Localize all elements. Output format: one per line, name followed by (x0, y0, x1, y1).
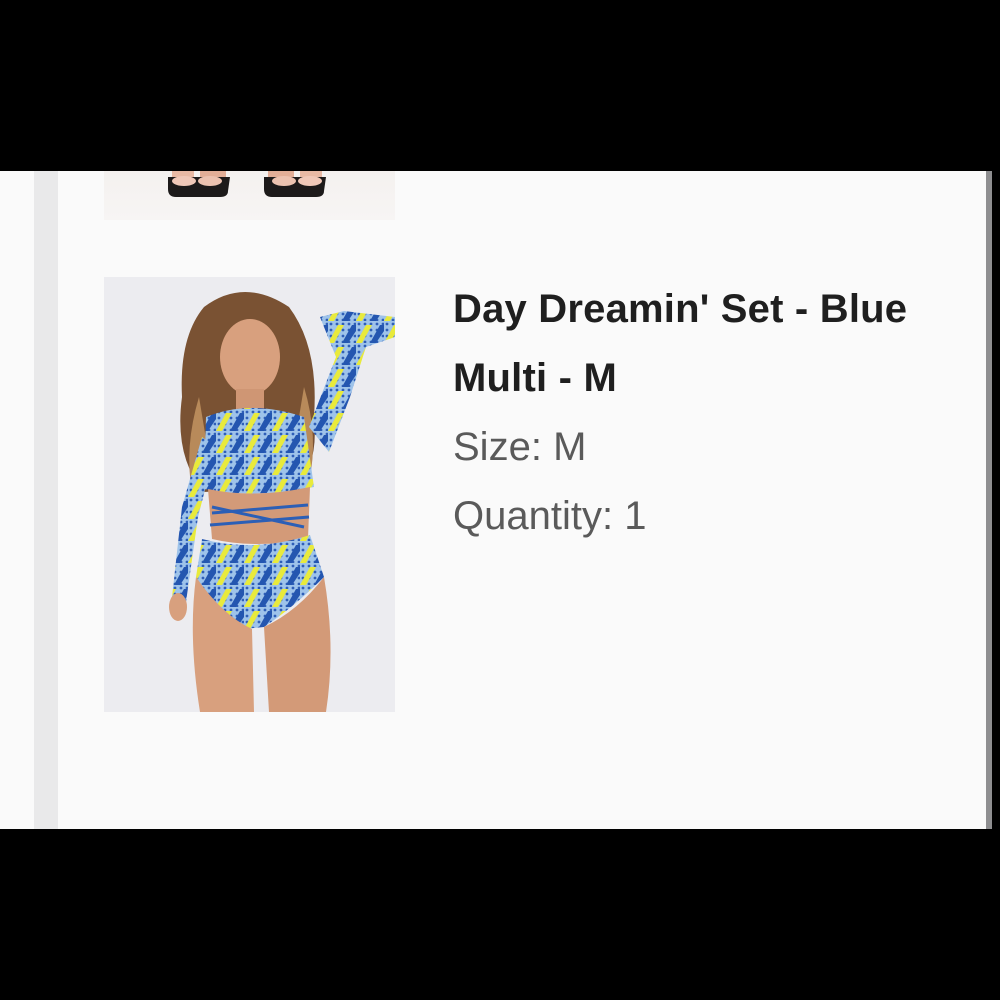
sandal-right-icon (264, 171, 326, 197)
product-details: Day Dreamin' Set - Blue Multi - M Size: … (453, 277, 983, 551)
edge-divider (992, 171, 1000, 829)
quantity-label: Quantity: (453, 494, 614, 538)
previous-item-thumbnail[interactable] (104, 171, 395, 220)
quantity-row: Quantity: 1 (453, 482, 983, 551)
letterbox-top (0, 0, 1000, 171)
quantity-value: 1 (624, 494, 647, 538)
sandal-left-icon (168, 171, 230, 197)
swimsuit-model-photo-icon (104, 277, 395, 712)
letterbox-bottom (0, 829, 1000, 1000)
product-title[interactable]: Day Dreamin' Set - Blue Multi - M (453, 275, 983, 413)
size-row: Size: M (453, 413, 983, 482)
size-value: M (553, 425, 587, 469)
size-label: Size: (453, 425, 542, 469)
order-item-list: Day Dreamin' Set - Blue Multi - M Size: … (0, 171, 1000, 829)
product-thumbnail[interactable] (104, 277, 395, 712)
left-gutter (34, 171, 58, 829)
